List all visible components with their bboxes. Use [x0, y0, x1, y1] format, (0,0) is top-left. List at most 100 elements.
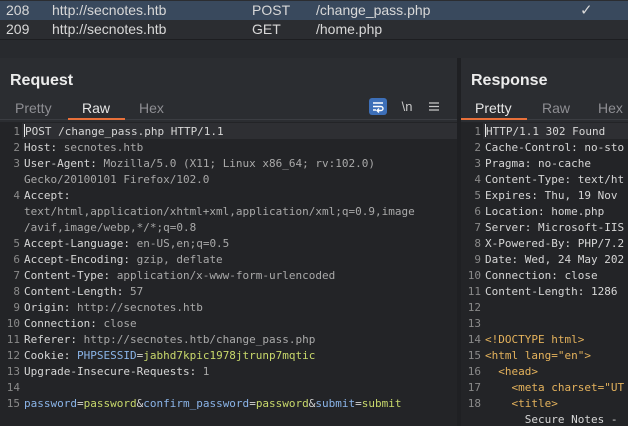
header-value: gzip, deflate — [129, 253, 223, 266]
response-text: Content-Length: 1286 — [485, 285, 618, 298]
hamburger-menu-icon[interactable] — [426, 98, 442, 115]
response-text: <html lang="en"> — [485, 349, 591, 362]
param-equals: = — [249, 397, 256, 410]
code-line: Accept-Encoding: gzip, deflate — [24, 252, 223, 268]
response-text: HTTP/1.1 302 Found — [486, 125, 606, 138]
line-number: 10 — [467, 269, 481, 282]
row-method: GET — [252, 21, 281, 37]
code-line: <title> — [485, 396, 557, 412]
line-number: 9 — [474, 253, 481, 266]
row-url: /home.php — [316, 21, 383, 37]
line-number: 6 — [13, 253, 20, 266]
header-name: Host: — [24, 141, 58, 154]
checkmark-icon: ✓ — [580, 2, 593, 19]
code-line: Accept: — [24, 188, 70, 204]
line-number: 2 — [474, 141, 481, 154]
response-title: Response — [471, 72, 548, 89]
newline-toggle[interactable]: \n — [399, 98, 415, 115]
row-method: POST — [252, 2, 291, 18]
line-number: 14 — [6, 381, 20, 394]
request-editor[interactable]: 1 POST /change_pass.php HTTP/1.1 2 Host: se… — [0, 122, 457, 426]
row-number: 208 — [6, 2, 30, 18]
header-value: close — [96, 317, 137, 330]
code-line: Gecko/20100101 Firefox/102.0 — [24, 172, 209, 188]
response-text: Cache-Control: no-sto — [485, 141, 625, 154]
header-name: Accept: — [24, 189, 71, 202]
tab-raw[interactable]: Raw — [67, 100, 126, 120]
response-text: Content-Type: text/ht — [485, 173, 625, 186]
line-number: 8 — [474, 237, 481, 250]
param-value: password — [255, 397, 309, 410]
code-line: Content-Length: 1286 — [485, 284, 617, 300]
line-number: 3 — [13, 157, 20, 170]
line-number: 15 — [467, 349, 481, 362]
header-value: /avif,image/webp,*/*;q=0.8 — [24, 221, 197, 234]
line-number: 15 — [6, 397, 20, 410]
response-text: Secure Notes - — [485, 413, 618, 426]
param-name: confirm_password — [143, 397, 250, 410]
request-line: POST /change_pass.php HTTP/1.1 — [25, 125, 224, 138]
param-value: submit — [361, 397, 402, 410]
line-number: 13 — [6, 365, 20, 378]
header-value: 57 — [123, 285, 144, 298]
code-line: Cache-Control: no-sto — [485, 140, 624, 156]
line-number: 4 — [13, 189, 20, 202]
param-name: submit — [315, 397, 356, 410]
header-name: Accept-Encoding: — [24, 253, 130, 266]
code-line: Server: Microsoft-IIS — [485, 220, 624, 236]
code-line: Host: secnotes.htb — [24, 140, 143, 156]
header-value — [70, 349, 77, 362]
response-text: Pragma: no-cache — [485, 157, 591, 170]
code-line: password=password&confirm_password=passw… — [24, 396, 402, 412]
line-number: 16 — [467, 365, 481, 378]
header-value: application/x-www-form-urlencoded — [110, 269, 336, 282]
line-number: 12 — [6, 349, 20, 362]
header-name: Upgrade-Insecure-Requests: — [24, 365, 197, 378]
tab-raw[interactable]: Raw — [542, 100, 570, 116]
history-row-209[interactable]: 209 http://secnotes.htb GET /home.php — [0, 20, 628, 39]
code-line: text/html,application/xhtml+xml,applicat… — [24, 204, 415, 220]
header-name: Cookie: — [24, 349, 71, 362]
code-line: <head> — [485, 364, 538, 380]
response-text: <meta charset="UT — [485, 381, 625, 394]
line-number: 12 — [467, 301, 481, 314]
row-url: /change_pass.php — [316, 2, 431, 18]
response-editor[interactable]: 1 HTTP/1.1 302 Found 2 Cache-Control: no-st… — [461, 122, 628, 426]
row-host: http://secnotes.htb — [52, 21, 167, 37]
code-line: <!DOCTYPE html> — [485, 332, 584, 348]
header-value: en-US,en;q=0.5 — [129, 237, 230, 250]
history-row-208[interactable]: 208 http://secnotes.htb POST /change_pas… — [0, 1, 628, 20]
header-name: Connection: — [24, 317, 97, 330]
tab-hex[interactable]: Hex — [139, 100, 164, 116]
header-value: http://secnotes.htb/change_pass.php — [76, 333, 316, 346]
row-number: 209 — [6, 21, 30, 37]
code-line: Date: Wed, 24 May 202 — [485, 252, 624, 268]
line-number: 5 — [13, 237, 20, 250]
response-text: <!DOCTYPE html> — [485, 333, 585, 346]
line-number: 1 — [13, 125, 20, 138]
proxy-history-table: 208 http://secnotes.htb POST /change_pas… — [0, 0, 628, 40]
tab-hex[interactable]: Hex — [598, 100, 623, 116]
code-line: Pragma: no-cache — [485, 156, 591, 172]
header-value: text/html,application/xhtml+xml,applicat… — [24, 205, 415, 218]
header-name: User-Agent: — [24, 157, 97, 170]
code-line: Content-Length: 57 — [24, 284, 143, 300]
request-panel: Request Pretty Raw Hex \n 1 POST /change_… — [0, 58, 457, 426]
code-line: /avif,image/webp,*/*;q=0.8 — [24, 220, 196, 236]
response-text: <head> — [485, 365, 538, 378]
tab-pretty[interactable]: Pretty — [461, 100, 526, 120]
line-number: 2 — [13, 141, 20, 154]
request-title: Request — [10, 72, 74, 89]
header-value: http://secnotes.htb — [70, 301, 203, 314]
cookie-name: PHPSESSID — [76, 349, 137, 362]
code-line: Connection: close — [485, 268, 598, 284]
wrap-lines-icon[interactable] — [369, 98, 387, 115]
tab-pretty[interactable]: Pretty — [15, 100, 52, 116]
code-line: <html lang="en"> — [485, 348, 591, 364]
line-number: 3 — [474, 157, 481, 170]
response-text: Date: Wed, 24 May 202 — [485, 253, 625, 266]
code-line: Accept-Language: en-US,en;q=0.5 — [24, 236, 229, 252]
header-value: 1 — [196, 365, 210, 378]
code-line: Origin: http://secnotes.htb — [24, 300, 203, 316]
line-number: 11 — [6, 333, 20, 346]
